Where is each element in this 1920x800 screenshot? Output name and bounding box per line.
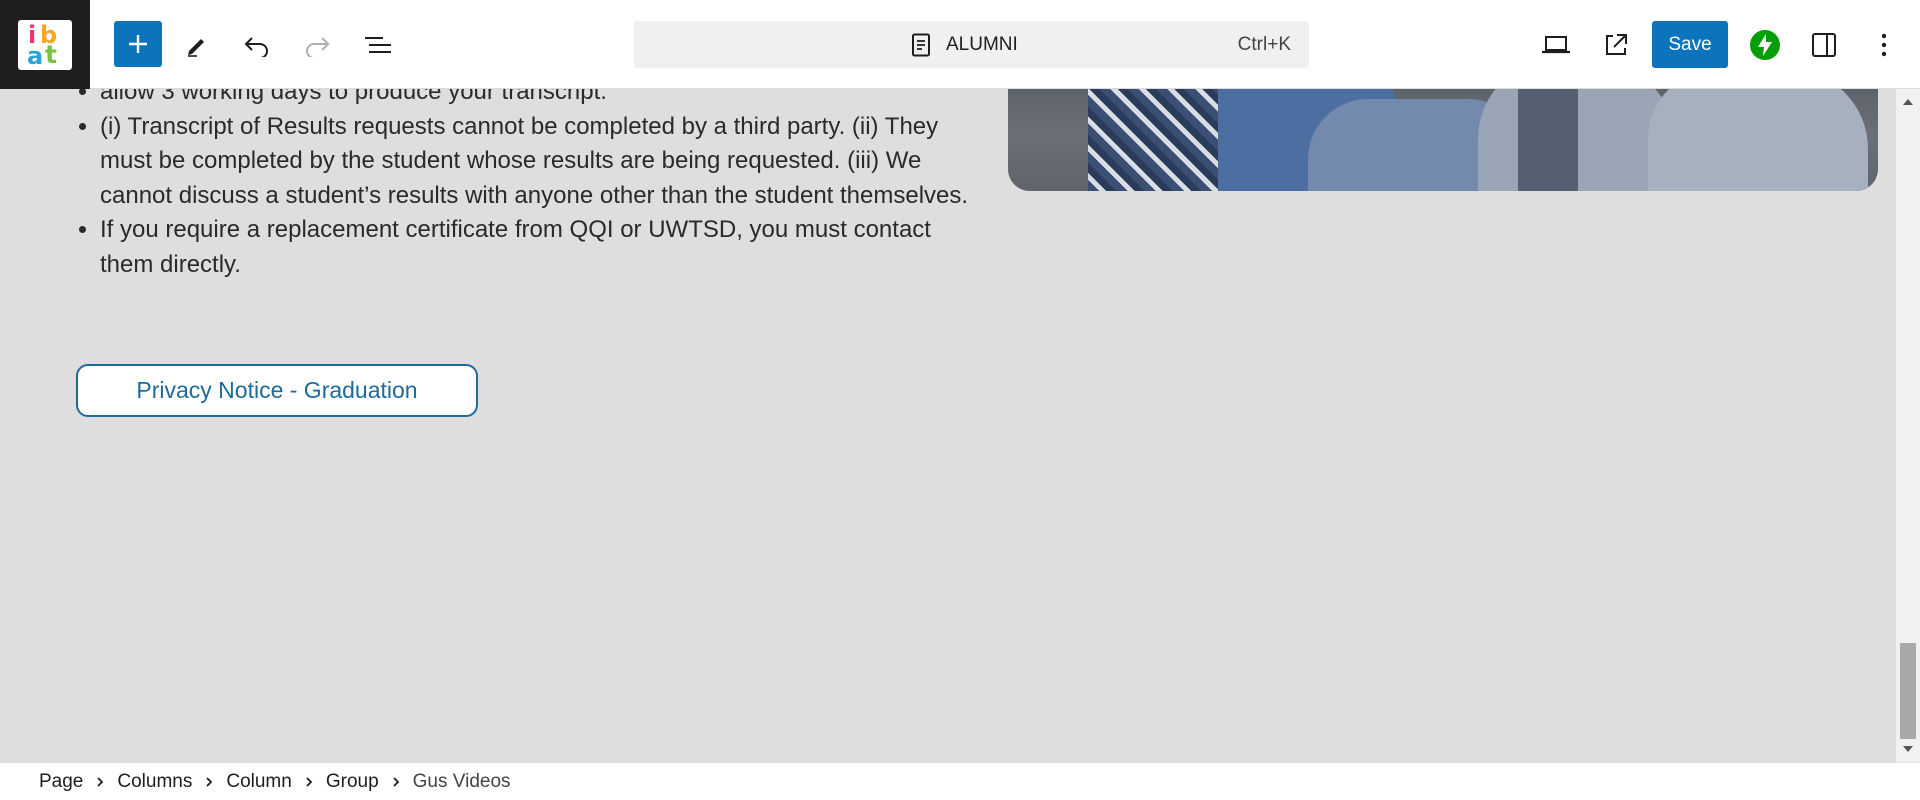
document-title: ALUMNI [946,34,1018,55]
chevron-right-icon [303,776,315,788]
logo-letter-a: a [27,41,44,70]
list-item[interactable]: allow 3 working days to produce your tra… [100,89,980,110]
canvas-scrollbar[interactable] [1896,89,1920,762]
redo-button[interactable] [293,21,341,69]
scroll-down-arrow-icon[interactable] [1903,746,1913,752]
editor-canvas[interactable]: allow 3 working days to produce your tra… [0,89,1896,762]
add-block-button[interactable] [114,21,162,67]
privacy-notice-button[interactable]: Privacy Notice - Graduation [76,364,478,417]
scroll-up-arrow-icon[interactable] [1903,99,1913,105]
list-item[interactable]: (i) Transcript of Results requests canno… [100,110,980,214]
scrollbar-thumb[interactable] [1900,643,1916,739]
undo-icon [244,37,268,57]
breadcrumb-item-page[interactable]: Page [28,771,94,793]
external-link-icon [1606,34,1627,55]
chevron-right-icon [390,776,402,788]
site-logo[interactable]: i b a t [0,0,90,89]
more-options-icon [1881,33,1887,57]
breadcrumb-item-group[interactable]: Group [315,771,390,793]
document-icon [912,33,930,57]
chevron-right-icon [203,776,215,788]
undo-button[interactable] [233,21,281,69]
options-button[interactable] [1860,21,1908,69]
breadcrumb-item-columns[interactable]: Columns [106,771,203,793]
editor-toolbar: i b a t ALUMNI Ctrl+K Save [0,0,1920,89]
view-page-button[interactable] [1592,21,1640,69]
jetpack-button[interactable] [1741,21,1789,69]
keyboard-shortcut: Ctrl+K [1237,34,1291,55]
save-button[interactable]: Save [1652,21,1728,68]
pencil-icon [188,39,204,57]
jetpack-icon [1750,30,1780,60]
list-view-button[interactable] [354,21,402,69]
plus-icon [129,35,147,53]
settings-sidebar-button[interactable] [1800,21,1848,69]
tools-button[interactable] [173,21,221,69]
ibat-logo: i b a t [18,19,72,70]
preview-button[interactable] [1532,21,1580,69]
desktop-preview-icon [1542,36,1570,54]
logo-letter-t: t [45,39,57,69]
redo-icon [306,37,330,57]
chevron-right-icon [94,776,106,788]
command-palette-bar[interactable]: ALUMNI Ctrl+K [634,21,1309,68]
breadcrumb-item-gus-videos[interactable]: Gus Videos [402,771,522,793]
sidebar-settings-icon [1812,33,1836,57]
breadcrumb-item-column[interactable]: Column [215,771,302,793]
list-view-icon [365,37,391,53]
breadcrumb: Page Columns Column Group Gus Videos [28,771,522,793]
info-list: allow 3 working days to produce your tra… [74,89,980,282]
block-breadcrumb-bar: Page Columns Column Group Gus Videos [0,762,1920,800]
list-item[interactable]: If you require a replacement certificate… [100,213,980,282]
students-photo[interactable] [1008,89,1878,191]
